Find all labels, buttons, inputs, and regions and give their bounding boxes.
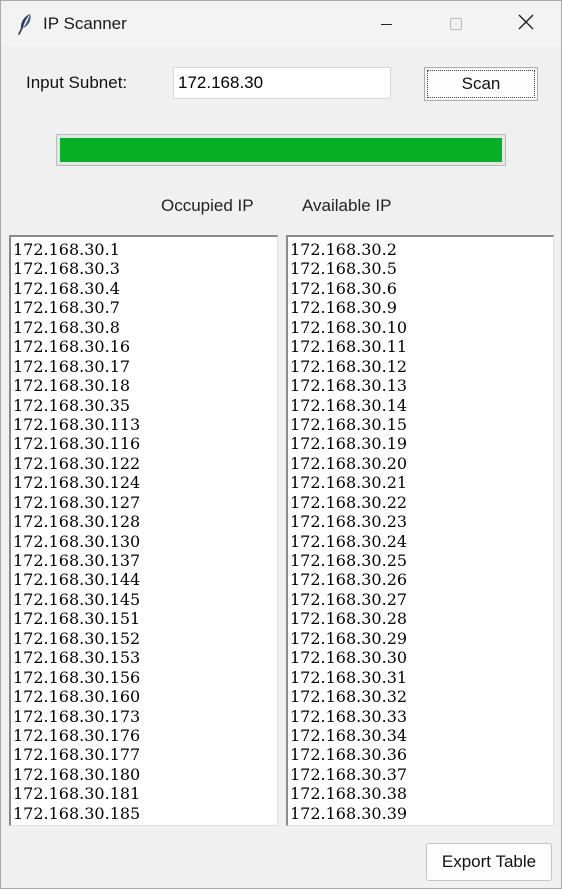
- list-item[interactable]: 172.168.30.5: [290, 259, 553, 278]
- list-item[interactable]: 172.168.30.151: [13, 609, 277, 628]
- list-item[interactable]: 172.168.30.36: [290, 745, 553, 764]
- list-item[interactable]: 172.168.30.8: [13, 318, 277, 337]
- subnet-input[interactable]: [173, 67, 391, 99]
- list-item[interactable]: 172.168.30.17: [13, 357, 277, 376]
- list-item[interactable]: 172.168.30.29: [290, 629, 553, 648]
- list-item[interactable]: 172.168.30.137: [13, 551, 277, 570]
- list-item[interactable]: 172.168.30.35: [13, 396, 277, 415]
- list-item[interactable]: 172.168.30.19: [290, 434, 553, 453]
- list-item[interactable]: 172.168.30.9: [290, 298, 553, 317]
- list-item[interactable]: 172.168.30.28: [290, 609, 553, 628]
- available-ip-list[interactable]: 172.168.30.2 172.168.30.5 172.168.30.6 172.…: [286, 235, 554, 826]
- list-item[interactable]: 172.168.30.13: [290, 376, 553, 395]
- occupied-ip-list[interactable]: 172.168.30.1 172.168.30.3 172.168.30.4 172.…: [9, 235, 278, 826]
- list-item[interactable]: 172.168.30.3: [13, 259, 277, 278]
- list-item[interactable]: 172.168.30.1: [13, 240, 277, 259]
- scan-button[interactable]: Scan: [424, 67, 538, 101]
- export-table-button[interactable]: Export Table: [426, 843, 552, 881]
- list-item[interactable]: 172.168.30.153: [13, 648, 277, 667]
- list-item[interactable]: 172.168.30.145: [13, 590, 277, 609]
- list-item[interactable]: 172.168.30.27: [290, 590, 553, 609]
- list-item[interactable]: 172.168.30.180: [13, 765, 277, 784]
- list-item[interactable]: 172.168.30.113: [13, 415, 277, 434]
- list-item[interactable]: 172.168.30.30: [290, 648, 553, 667]
- list-item[interactable]: 172.168.30.6: [290, 279, 553, 298]
- list-item[interactable]: 172.168.30.127: [13, 493, 277, 512]
- list-item[interactable]: 172.168.30.176: [13, 726, 277, 745]
- list-item[interactable]: 172.168.30.21: [290, 473, 553, 492]
- list-item[interactable]: 172.168.30.38: [290, 784, 553, 803]
- feather-icon: [17, 13, 35, 35]
- occupied-ip-header: Occupied IP: [161, 196, 254, 215]
- list-item[interactable]: 172.168.30.185: [13, 804, 277, 823]
- progress-fill: [60, 138, 502, 162]
- list-item[interactable]: 172.168.30.130: [13, 532, 277, 551]
- list-item[interactable]: 172.168.30.12: [290, 357, 553, 376]
- list-item[interactable]: 172.168.30.116: [13, 434, 277, 453]
- list-item[interactable]: 172.168.30.32: [290, 687, 553, 706]
- list-item[interactable]: 172.168.30.15: [290, 415, 553, 434]
- scan-progress-bar: [56, 134, 506, 166]
- list-item[interactable]: 172.168.30.124: [13, 473, 277, 492]
- close-icon: [518, 14, 534, 35]
- list-item[interactable]: 172.168.30.152: [13, 629, 277, 648]
- list-item[interactable]: 172.168.30.14: [290, 396, 553, 415]
- maximize-button: [421, 1, 491, 47]
- list-item[interactable]: 172.168.30.34: [290, 726, 553, 745]
- list-item[interactable]: 172.168.30.31: [290, 668, 553, 687]
- list-item[interactable]: 172.168.30.7: [13, 298, 277, 317]
- list-item[interactable]: 172.168.30.26: [290, 570, 553, 589]
- list-item[interactable]: 172.168.30.144: [13, 570, 277, 589]
- list-item[interactable]: 172.168.30.20: [290, 454, 553, 473]
- list-item[interactable]: 172.168.30.39: [290, 804, 553, 823]
- list-item[interactable]: 172.168.30.11: [290, 337, 553, 356]
- list-item[interactable]: 172.168.30.25: [290, 551, 553, 570]
- list-item[interactable]: 172.168.30.4: [13, 279, 277, 298]
- window-title: IP Scanner: [43, 14, 127, 33]
- list-item[interactable]: 172.168.30.122: [13, 454, 277, 473]
- list-item[interactable]: 172.168.30.173: [13, 707, 277, 726]
- subnet-label: Input Subnet:: [26, 73, 128, 92]
- list-item[interactable]: 172.168.30.37: [290, 765, 553, 784]
- list-item[interactable]: 172.168.30.10: [290, 318, 553, 337]
- minimize-button[interactable]: [351, 1, 421, 47]
- list-item[interactable]: 172.168.30.128: [13, 512, 277, 531]
- list-item[interactable]: 172.168.30.18: [13, 376, 277, 395]
- title-bar[interactable]: IP Scanner: [1, 1, 561, 47]
- list-item[interactable]: 172.168.30.23: [290, 512, 553, 531]
- close-button[interactable]: [491, 1, 561, 47]
- maximize-icon: [450, 18, 462, 30]
- list-item[interactable]: 172.168.30.16: [13, 337, 277, 356]
- list-item[interactable]: 172.168.30.24: [290, 532, 553, 551]
- app-window: IP Scanner Input Subnet: Scan Occupied I…: [0, 0, 562, 889]
- list-item[interactable]: 172.168.30.2: [290, 240, 553, 259]
- available-ip-header: Available IP: [302, 196, 392, 215]
- list-item[interactable]: 172.168.30.33: [290, 707, 553, 726]
- list-item[interactable]: 172.168.30.177: [13, 745, 277, 764]
- list-item[interactable]: 172.168.30.160: [13, 687, 277, 706]
- list-item[interactable]: 172.168.30.22: [290, 493, 553, 512]
- list-item[interactable]: 172.168.30.156: [13, 668, 277, 687]
- minimize-icon: [380, 23, 392, 25]
- list-item[interactable]: 172.168.30.181: [13, 784, 277, 803]
